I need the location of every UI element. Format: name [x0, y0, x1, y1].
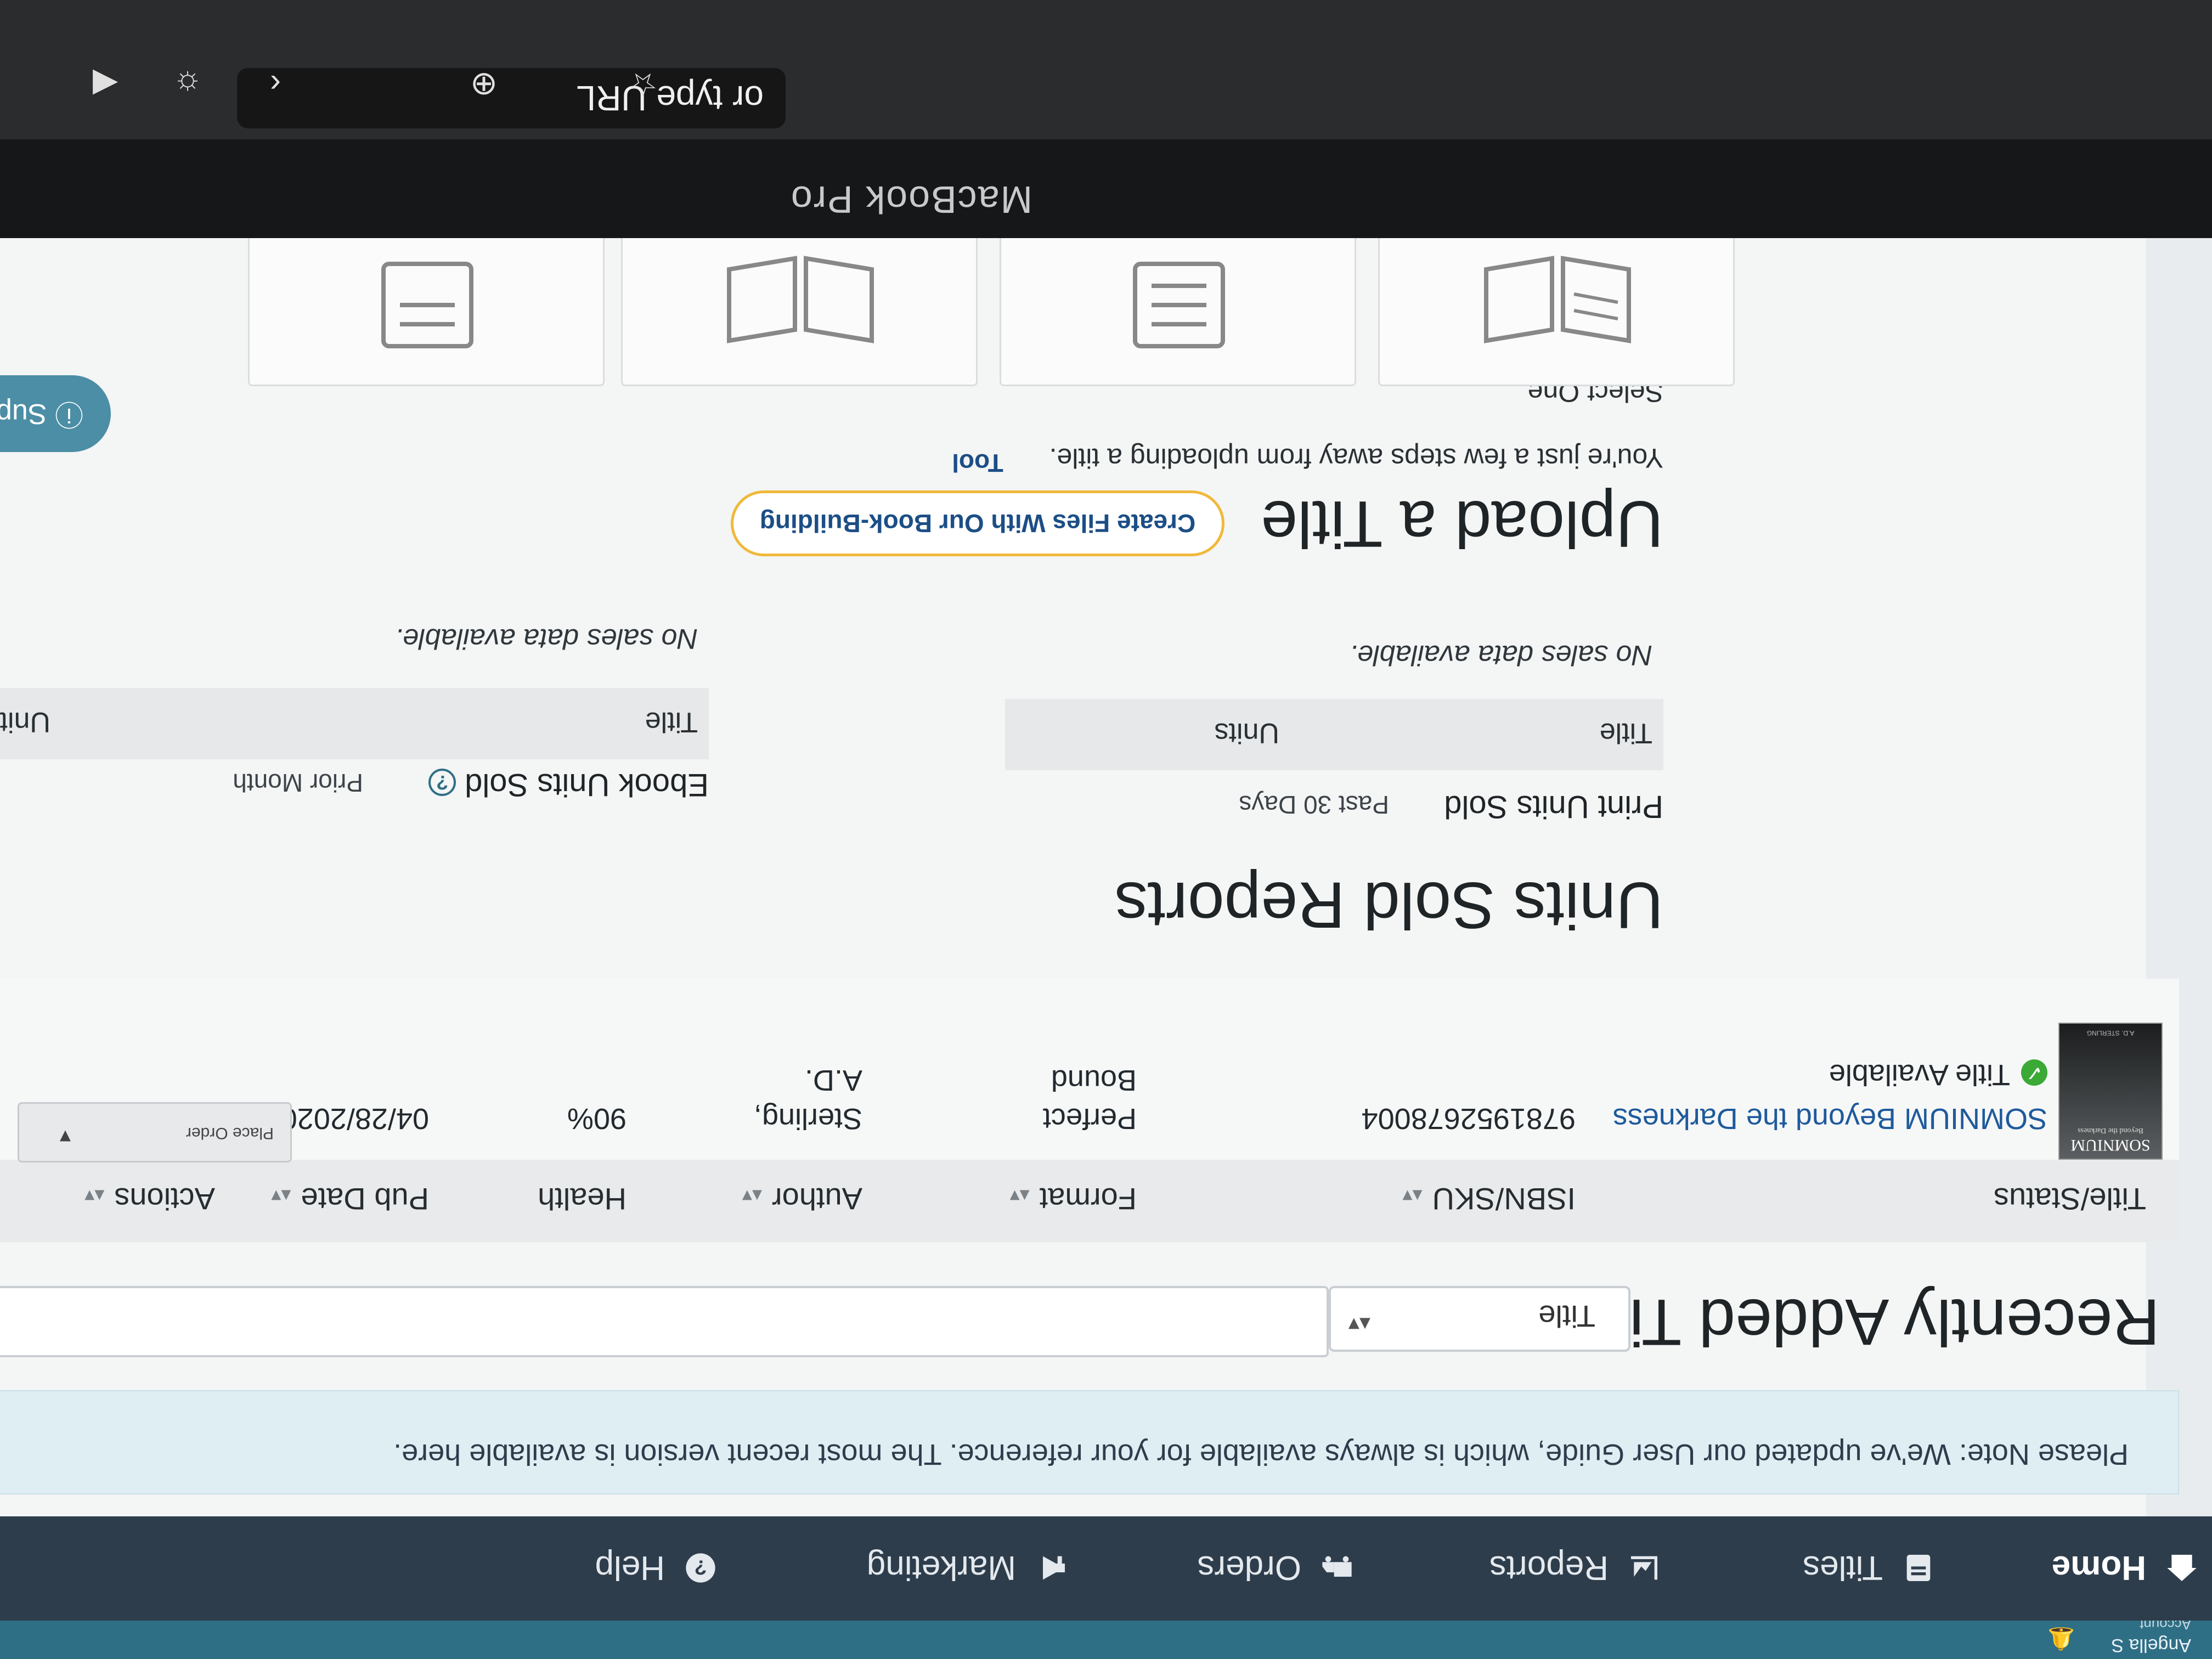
- upload-title-heading: Upload a Title: [1261, 487, 1663, 561]
- isbn-cell: 9781952678004: [1361, 1102, 1576, 1135]
- nav-item-home[interactable]: Home: [2052, 1546, 2201, 1590]
- ebook-units-table-header: Title Units: [0, 688, 709, 759]
- account-strip: Angella S Account 🔔: [0, 1616, 2212, 1659]
- nav-label: Reports: [1489, 1549, 1609, 1587]
- filter-value: Title: [1538, 1299, 1595, 1334]
- format-card-hardcover[interactable]: [621, 238, 978, 386]
- units-sold-heading: Units Sold Reports: [1114, 868, 1663, 942]
- place-order-label: Place Order: [185, 1124, 274, 1142]
- document-icon: [1133, 262, 1225, 348]
- notice-text[interactable]: Please Note: We've updated our User Guid…: [393, 1437, 2129, 1471]
- print-units-table-header: Title Units: [1005, 699, 1663, 770]
- col-pub-date[interactable]: Pub Date▴▾: [271, 1181, 429, 1217]
- support-label: Sup: [0, 398, 47, 430]
- ebook-units-period: Prior Month: [233, 769, 363, 797]
- megaphone-icon: [1032, 1549, 1071, 1587]
- nav-item-titles[interactable]: Titles: [1803, 1546, 1938, 1590]
- print-no-data: No sales data available.: [1349, 639, 1652, 671]
- brightness-icon[interactable]: ☼: [166, 63, 210, 106]
- author-cell-1: Sterling,: [753, 1102, 862, 1135]
- sort-icon: ▴▾: [1402, 1185, 1423, 1208]
- col-isbn[interactable]: ISBN/SKU▴▾: [1402, 1181, 1576, 1217]
- check-icon: ✓: [2021, 1059, 2047, 1086]
- sort-icon: ▴▾: [84, 1185, 105, 1208]
- account-name: Angella S: [2111, 1635, 2191, 1656]
- nav-label: Titles: [1803, 1549, 1883, 1587]
- volume-icon[interactable]: ◀: [83, 63, 127, 106]
- author-cell-2: A.D.: [804, 1064, 862, 1097]
- touchbar-url-field[interactable]: or type URL: [237, 68, 786, 128]
- title-filter-select[interactable]: Title ▴▾: [1329, 1286, 1630, 1352]
- chart-icon: [1625, 1549, 1663, 1587]
- col-title[interactable]: Title: [1600, 716, 1652, 749]
- format-cell-2: Bound: [1051, 1064, 1137, 1097]
- nav-item-reports[interactable]: Reports: [1489, 1546, 1663, 1590]
- book-cover[interactable]: SOMNIUM Beyond the Darkness A.D. STERLIN…: [2058, 1023, 2163, 1160]
- book-icon: [1899, 1549, 1938, 1587]
- laptop-screen: Angella S Account 🔔 Home Titles Reports …: [0, 238, 2212, 1659]
- place-order-dropdown[interactable]: Place Order ▾: [18, 1102, 292, 1163]
- chevron-left-icon[interactable]: ‹: [253, 63, 297, 106]
- title-link[interactable]: SOMNIUM Beyond the Darkness: [1613, 1099, 2047, 1138]
- cover-title: SOMNIUM: [2070, 1136, 2151, 1154]
- nav-item-orders[interactable]: Orders: [1198, 1546, 1356, 1590]
- format-card-ebook[interactable]: [1000, 238, 1356, 386]
- cover-subtitle: Beyond the Darkness: [2078, 1126, 2143, 1135]
- table-row: SOMNIUM Beyond the Darkness A.D. STERLIN…: [0, 979, 2179, 1163]
- nav-label: Orders: [1197, 1549, 1301, 1587]
- open-book-icon: [727, 256, 874, 343]
- nav-label: Help: [595, 1549, 665, 1587]
- svg-text:?: ?: [695, 1556, 707, 1579]
- chevron-down-icon: ▾: [59, 1125, 71, 1149]
- support-button[interactable]: ⓘ Sup: [0, 375, 111, 452]
- col-units[interactable]: Units: [1215, 716, 1279, 749]
- pub-date-cell: 04/28/2020: [280, 1102, 429, 1135]
- star-icon[interactable]: ☆: [621, 63, 665, 106]
- ebook-no-data: No sales data available.: [394, 623, 698, 654]
- plus-icon[interactable]: ⊕: [462, 63, 506, 106]
- nav-label: Marketing: [866, 1549, 1016, 1587]
- main-nav: Home Titles Reports Orders Marketing ? H…: [0, 1516, 2212, 1621]
- col-units[interactable]: Units: [0, 706, 50, 738]
- open-book-icon: [1484, 256, 1631, 343]
- sort-icon: ▴▾: [271, 1185, 291, 1208]
- format-card-other[interactable]: [248, 238, 605, 386]
- print-units-period: Past 30 Days: [1239, 791, 1389, 819]
- photo-scene: Angella S Account 🔔 Home Titles Reports …: [0, 0, 2212, 1659]
- nav-item-help[interactable]: ? Help: [595, 1546, 720, 1590]
- create-files-button[interactable]: Create Files With Our Book-Building Tool: [731, 449, 1224, 556]
- print-units-label: Print Units Sold: [1444, 789, 1663, 825]
- help-icon[interactable]: ?: [428, 769, 456, 797]
- nav-label: Home: [2051, 1549, 2146, 1587]
- upload-subtitle: You're just a few steps away from upload…: [1049, 443, 1663, 473]
- titles-table-header: Title/Status ISBN/SKU▴▾ Format▴▾ Author▴…: [0, 1160, 2179, 1242]
- format-cell-1: Perfect: [1042, 1102, 1137, 1135]
- status-cell: ✓Title Available: [1829, 1056, 2047, 1094]
- col-actions[interactable]: Actions▴▾: [84, 1181, 215, 1217]
- help-icon: ?: [681, 1549, 720, 1587]
- col-author[interactable]: Author▴▾: [742, 1181, 862, 1217]
- truck-icon: [1318, 1549, 1356, 1587]
- sort-arrows-icon: ▴▾: [1348, 1313, 1370, 1337]
- help-icon: ⓘ: [47, 398, 83, 430]
- nav-item-marketing[interactable]: Marketing: [867, 1546, 1071, 1590]
- col-health[interactable]: Health: [538, 1181, 627, 1217]
- col-title[interactable]: Title: [645, 706, 698, 738]
- document-icon: [381, 262, 473, 348]
- macbook-brand: MacBook Pro: [789, 178, 1032, 221]
- cover-author: A.D. STERLING: [2086, 1029, 2135, 1037]
- notice-banner: Please Note: We've updated our User Guid…: [0, 1390, 2179, 1494]
- filter-input[interactable]: [0, 1286, 1329, 1357]
- format-card-print[interactable]: [1378, 238, 1735, 386]
- bell-icon[interactable]: 🔔: [2047, 1626, 2075, 1651]
- health-cell: 90%: [567, 1102, 627, 1135]
- col-title-status[interactable]: Title/Status: [1994, 1181, 2146, 1217]
- ebook-units-label: Ebook Units Sold?: [428, 766, 709, 803]
- sort-icon: ▴▾: [742, 1185, 762, 1208]
- sort-icon: ▴▾: [1009, 1185, 1030, 1208]
- col-format[interactable]: Format▴▾: [1010, 1181, 1137, 1217]
- home-icon: [2163, 1549, 2201, 1587]
